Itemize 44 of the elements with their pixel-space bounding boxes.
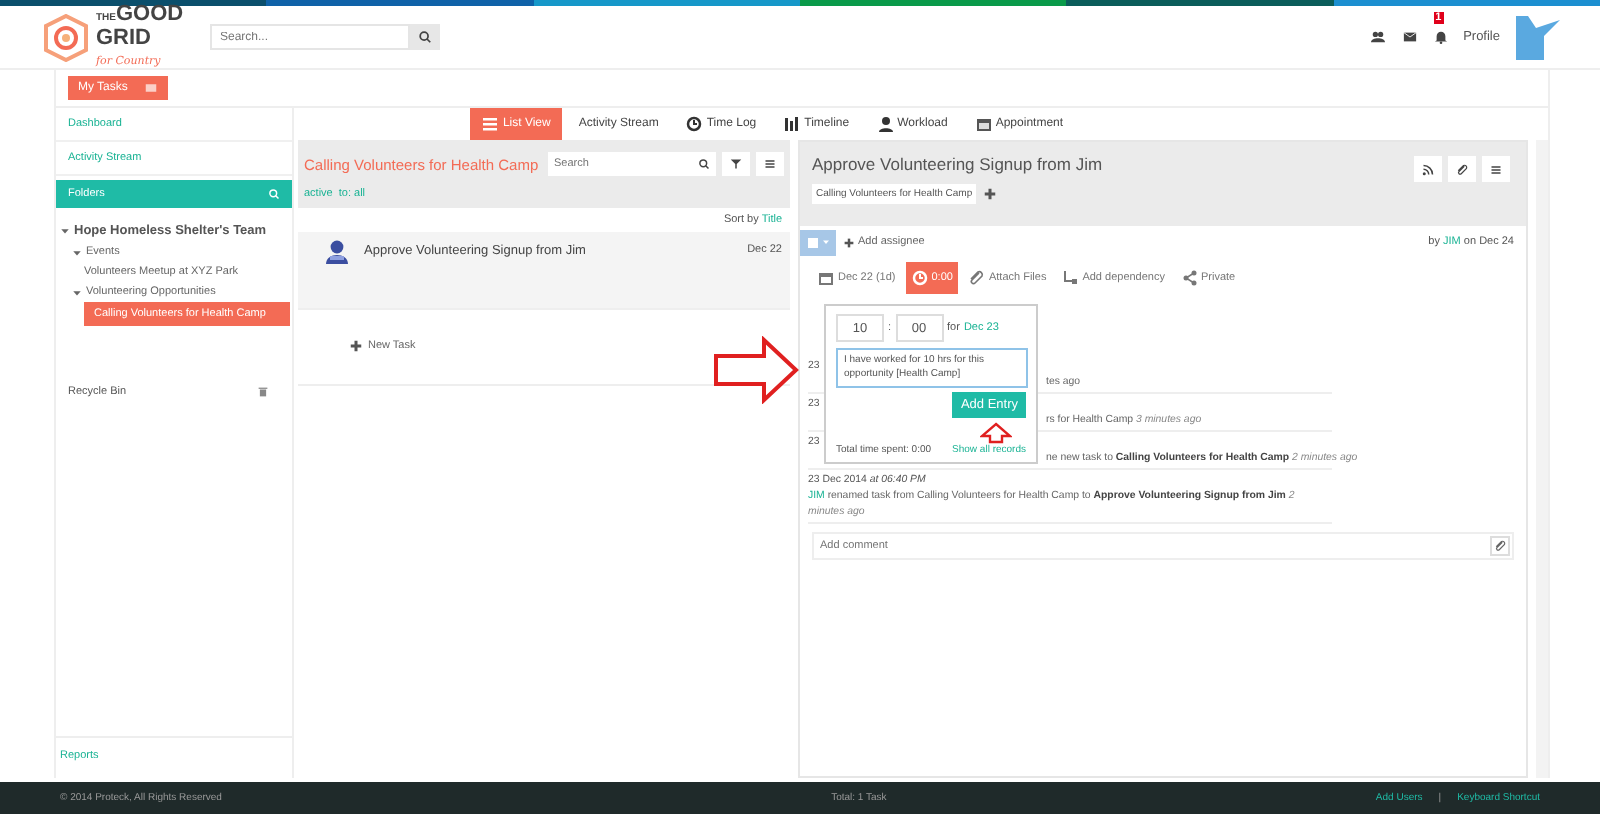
person-icon bbox=[877, 116, 894, 132]
link-button[interactable] bbox=[1448, 156, 1476, 182]
search-icon bbox=[698, 158, 710, 170]
caret-icon bbox=[72, 287, 82, 297]
search-icon bbox=[268, 188, 280, 200]
filter-button[interactable] bbox=[722, 152, 750, 176]
dependency-icon bbox=[1062, 270, 1079, 286]
caret-icon bbox=[821, 238, 829, 246]
clock-icon bbox=[686, 116, 703, 132]
inbox-icon bbox=[143, 82, 158, 94]
attach-button[interactable] bbox=[1490, 536, 1510, 556]
calendar-icon bbox=[818, 270, 834, 286]
paperclip-icon bbox=[968, 270, 985, 286]
arrow-drawing bbox=[980, 422, 1012, 444]
menu-button[interactable] bbox=[756, 152, 784, 176]
plus-icon bbox=[844, 237, 854, 247]
plus-icon bbox=[350, 340, 362, 352]
bell-icon bbox=[1433, 30, 1448, 44]
share-icon bbox=[1181, 270, 1197, 286]
clock-icon bbox=[911, 270, 928, 286]
mail-icon bbox=[1401, 30, 1418, 44]
search-button[interactable] bbox=[410, 24, 440, 50]
logo-icon bbox=[40, 13, 92, 61]
avatar-icon[interactable] bbox=[1516, 15, 1560, 59]
menu-icon bbox=[1490, 163, 1502, 175]
paperclip-icon bbox=[1494, 540, 1506, 552]
list-icon bbox=[482, 116, 499, 132]
person-icon bbox=[326, 240, 348, 264]
arrow-drawing bbox=[712, 336, 800, 404]
menu-button[interactable] bbox=[1482, 156, 1510, 182]
calendar-icon bbox=[975, 116, 992, 132]
search-icon bbox=[418, 30, 432, 44]
menu-icon bbox=[764, 158, 776, 170]
rss-button[interactable] bbox=[1414, 156, 1442, 182]
filter-icon bbox=[730, 158, 742, 170]
caret-icon bbox=[72, 247, 82, 257]
plus-icon bbox=[984, 188, 997, 200]
task-title: Approve Volunteering Signup from Jim bbox=[812, 154, 1103, 174]
bars-icon bbox=[784, 116, 801, 132]
trash-icon bbox=[258, 386, 268, 398]
link-icon bbox=[1456, 163, 1468, 175]
users-icon bbox=[1369, 30, 1386, 44]
caret-icon bbox=[60, 226, 70, 236]
rss-icon bbox=[1422, 163, 1434, 175]
